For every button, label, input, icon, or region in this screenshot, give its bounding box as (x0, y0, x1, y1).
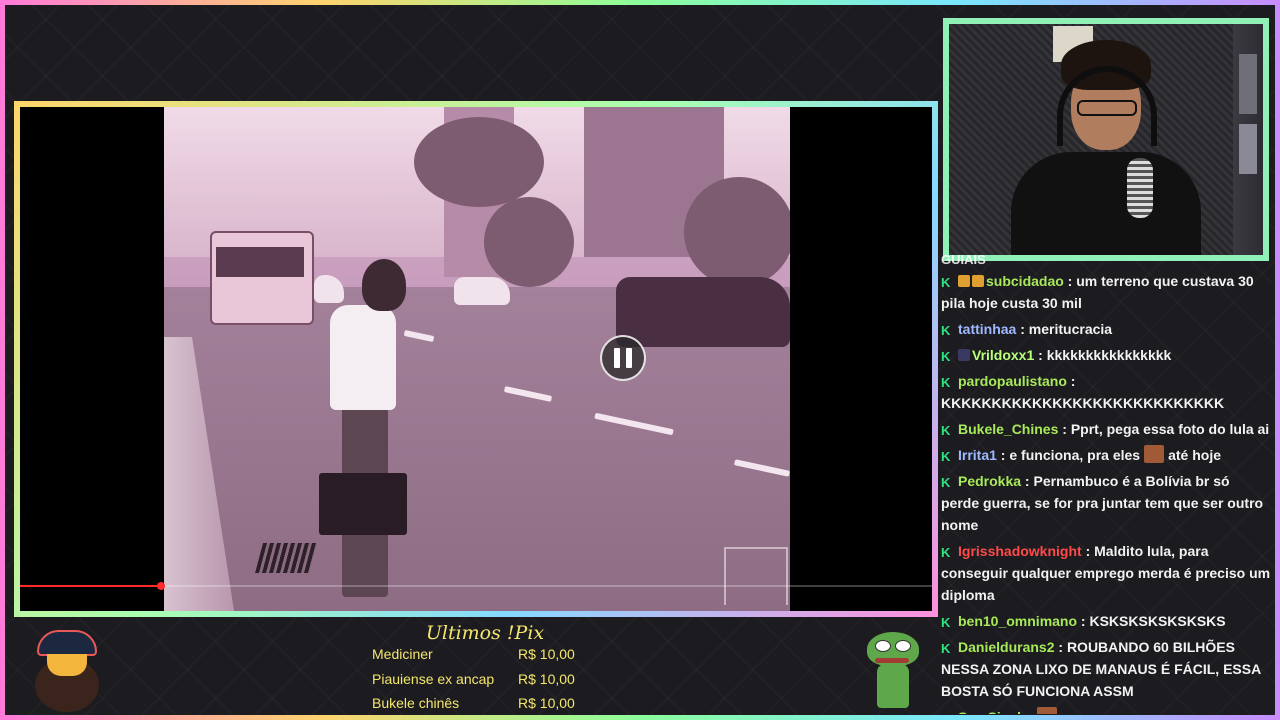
chat-message: K Vrildoxx1 : kkkkkkkkkkkkkkkk (941, 347, 1172, 364)
chat-username[interactable]: Danieldurans2 (958, 639, 1054, 655)
kick-logo-icon: K (941, 275, 951, 290)
chat-text: meritucracia (1028, 321, 1113, 337)
chat-username[interactable]: subcidadao (986, 273, 1064, 289)
chat-message: K Danieldurans2 : ROUBANDO 60 BILHÕES NES… (941, 639, 1261, 699)
chat-truncated-line: GUIAIS (941, 252, 986, 267)
chat-username[interactable]: Igrisshadowknight (958, 543, 1082, 559)
pix-amount: R$ 10,00 (518, 695, 575, 711)
chat-username[interactable]: ben10_omnimano (958, 613, 1077, 629)
chat-text: e funciona, pra eles (1009, 447, 1141, 463)
bottom-bar: Ultimos !Pix Mediciner R$ 10,00 Piauiens… (5, 620, 935, 715)
mascot-emote (27, 628, 107, 712)
kick-logo-icon: K (941, 641, 951, 656)
pix-title: Ultimos !Pix (425, 622, 545, 644)
chat-message: K Pedrokka : Pernambuco é a Bolívia br só… (941, 473, 1264, 533)
kick-logo-icon: K (941, 375, 951, 390)
pepe-emote (865, 630, 921, 712)
chat-text: KSKSKSKSKSKSKS (1089, 613, 1226, 629)
webcam-frame (943, 18, 1269, 261)
pix-amount: R$ 10,00 (518, 671, 575, 687)
pix-row: Bukele chinês R$ 10,00 (372, 695, 592, 719)
chat-message: KSemSinal : (941, 706, 1271, 714)
chat-message: K Bukele_Chines : Pprt, pega essa foto do… (941, 421, 1270, 438)
chat-message: Ksubcidadao : um terreno que custava 30 … (941, 273, 1254, 311)
kick-logo-icon: K (941, 615, 951, 630)
chat-message: K Irrita1 : e funciona, pra eles até hoje (941, 445, 1221, 464)
kick-logo-icon: K (941, 449, 951, 464)
user-badge-icon (958, 349, 970, 361)
pix-donor-name: Piauiense ex ancap (372, 671, 495, 687)
kick-logo-icon: K (941, 712, 954, 714)
kick-logo-icon: K (941, 545, 951, 560)
kick-logo-icon: K (941, 323, 951, 338)
chat-message: Kben10_omnimano : KSKSKSKSKSKSKS (941, 613, 1226, 630)
kick-logo-icon: K (941, 423, 951, 438)
video-progress-bar[interactable] (20, 582, 932, 590)
video-player-frame (14, 101, 938, 617)
chat-message: Ktattinhaa : meritucracia (941, 321, 1113, 338)
kick-logo-icon: K (941, 349, 951, 364)
pix-amount: R$ 10,00 (518, 646, 575, 662)
user-badge-icon (958, 275, 970, 287)
chat-panel: GUIAIS Ksubcidadao : um terreno que cust… (941, 252, 1271, 714)
chat-username[interactable]: SemSinal (958, 709, 1021, 714)
chat-username[interactable]: Bukele_Chines (958, 421, 1058, 437)
chat-text: KKKKKKKKKKKKKKKKKKKKKKKKKKKK (941, 395, 1225, 411)
briefcase (319, 473, 407, 535)
microphone (1127, 158, 1153, 218)
pix-donor-name: Bukele chinês (372, 695, 460, 711)
chat-text: até hoje (1168, 447, 1221, 463)
watermark (724, 547, 788, 605)
kick-logo-icon: K (941, 475, 951, 490)
pause-icon (614, 348, 620, 368)
chat-username[interactable]: tattinhaa (958, 321, 1016, 337)
chat-username[interactable]: Vrildoxx1 (972, 347, 1034, 363)
chat-username[interactable]: Pedrokka (958, 473, 1021, 489)
pix-row: Piauiense ex ancap R$ 10,00 (372, 671, 592, 695)
webcam-feed (949, 24, 1263, 255)
video-frame-image (164, 107, 790, 611)
chat-username[interactable]: pardopaulistano (958, 373, 1067, 389)
pause-button[interactable] (600, 335, 646, 381)
user-badge-icon (972, 275, 984, 287)
chat-emote-icon (1037, 707, 1058, 714)
chat-text: kkkkkkkkkkkkkkkk (1046, 347, 1172, 363)
chat-username[interactable]: Irrita1 (958, 447, 997, 463)
chat-emote-icon (1144, 445, 1165, 463)
pix-row: Mediciner R$ 10,00 (372, 646, 592, 670)
chat-message: K Igrisshadowknight : Maldito lula, para … (941, 543, 1271, 603)
pix-donor-name: Mediciner (372, 646, 433, 662)
video-progress-fill (20, 585, 162, 587)
chat-text: Pprt, pega essa foto do lula ai (1070, 421, 1270, 437)
chat-message: Kpardopaulistano : KKKKKKKKKKKKKKKKKKKKK… (941, 373, 1225, 411)
video-player[interactable] (20, 107, 932, 611)
